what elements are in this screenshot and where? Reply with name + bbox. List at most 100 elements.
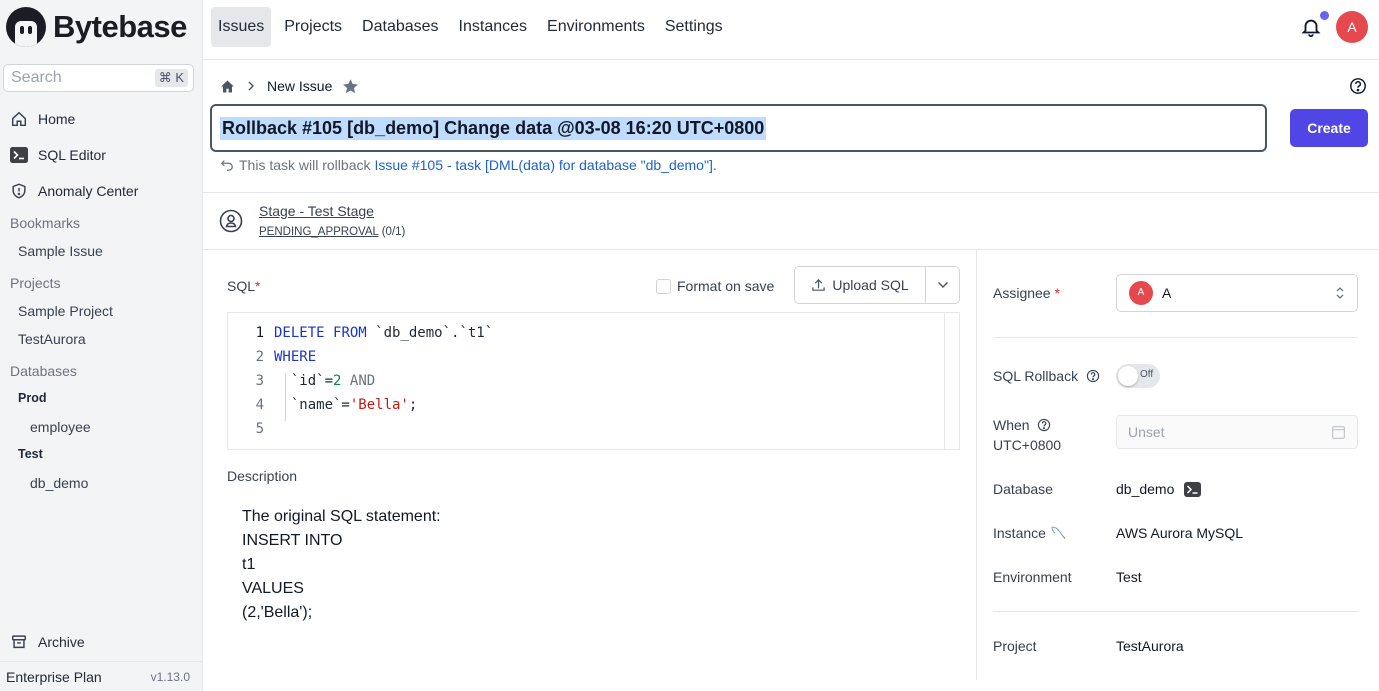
code-line[interactable]: 5	[228, 417, 274, 441]
project-item[interactable]: Sample Project	[18, 303, 113, 319]
code-text: WHERE	[274, 349, 317, 365]
database-item[interactable]: db_demo	[30, 475, 88, 491]
breadcrumb-current: New Issue	[267, 78, 333, 94]
version-label: v1.13.0	[150, 669, 190, 684]
code-text: DELETE FROM `db_demo`.`t1`	[274, 325, 494, 341]
search-box[interactable]: ⌘ K	[3, 64, 194, 92]
database-label: Database	[993, 481, 1053, 497]
help-icon[interactable]	[1349, 77, 1367, 95]
upload-sql-label: Upload SQL	[832, 277, 909, 293]
assignee-label: Assignee *	[993, 285, 1060, 301]
assignee-avatar: A	[1129, 281, 1153, 305]
database-item[interactable]: employee	[30, 419, 91, 435]
create-button[interactable]: Create	[1290, 109, 1368, 147]
code-line[interactable]: 1 DELETE FROM `db_demo`.`t1`	[228, 321, 494, 345]
bell-icon[interactable]	[1300, 16, 1324, 40]
help-icon[interactable]	[1086, 369, 1100, 386]
home-icon[interactable]	[220, 79, 235, 94]
rollback-source-link[interactable]: Issue #105 - task [DML(data) for databas…	[374, 157, 712, 173]
database-link[interactable]: db_demo	[1116, 481, 1174, 497]
star-icon[interactable]	[342, 78, 359, 95]
assignee-name: A	[1162, 285, 1172, 301]
user-circle-icon	[219, 209, 243, 233]
issue-title-input[interactable]: Rollback #105 [db_demo] Change data @03-…	[210, 104, 1267, 152]
chevron-right-icon	[247, 81, 255, 91]
upload-sql-button[interactable]: Upload SQL	[795, 267, 926, 303]
sidebar-item-archive[interactable]: Archive	[10, 631, 85, 653]
project-value[interactable]: TestAurora	[1116, 638, 1184, 654]
top-navigation: Issues Projects Databases Instances Envi…	[203, 0, 1379, 60]
sql-rollback-label: SQL Rollback	[993, 368, 1100, 386]
date-placeholder: Unset	[1128, 424, 1165, 440]
tab-environments[interactable]: Environments	[540, 7, 652, 47]
sql-rollback-toggle[interactable]: Off	[1116, 364, 1160, 388]
divider	[993, 337, 1358, 338]
instance-value[interactable]: AWS Aurora MySQL	[1116, 525, 1243, 541]
environment-group-label: Test	[18, 447, 43, 461]
project-item[interactable]: TestAurora	[18, 331, 86, 347]
sidebar-item-label: Home	[38, 111, 76, 127]
bookmark-item[interactable]: Sample Issue	[18, 243, 103, 259]
stage-status-link[interactable]: PENDING_APPROVAL	[259, 226, 379, 238]
tab-instances[interactable]: Instances	[452, 7, 534, 47]
code-line[interactable]: 3 `id`=2 AND	[228, 369, 376, 393]
when-date-picker[interactable]: Unset	[1116, 415, 1358, 449]
checkbox[interactable]	[656, 278, 671, 294]
environment-value[interactable]: Test	[1116, 569, 1142, 585]
tab-projects[interactable]: Projects	[277, 7, 349, 47]
tab-issues[interactable]: Issues	[211, 7, 272, 47]
code-line[interactable]: 2 WHERE	[228, 345, 317, 369]
format-on-save-checkbox[interactable]: Format on save	[656, 278, 774, 294]
brand-logo[interactable]: Bytebase	[6, 7, 187, 47]
nav-tabs: Issues Projects Databases Instances Envi…	[211, 7, 736, 47]
sidebar-item-sql-editor[interactable]: SQL Editor	[10, 144, 106, 166]
database-value: db_demo	[1116, 481, 1202, 498]
sidebar: Bytebase ⌘ K Home SQL Editor Anomaly Cen…	[0, 0, 203, 691]
upload-options-dropdown[interactable]	[926, 267, 959, 303]
editor-scrollbar[interactable]	[944, 313, 945, 449]
tab-databases[interactable]: Databases	[355, 7, 446, 47]
sql-label: SQL*	[227, 278, 261, 294]
sidebar-footer: Enterprise Plan v1.13.0	[0, 661, 202, 691]
project-label: Project	[993, 638, 1037, 654]
help-icon[interactable]	[1037, 418, 1051, 435]
assignee-select[interactable]: A A	[1116, 274, 1358, 312]
rollback-note-suffix: .	[712, 157, 717, 173]
when-label: When	[993, 417, 1051, 435]
code-text: `name`='Bella';	[274, 397, 418, 413]
format-on-save-label: Format on save	[677, 278, 775, 294]
upload-sql-group: Upload SQL	[794, 266, 960, 304]
description-textarea[interactable]: The original SQL statement: INSERT INTO …	[242, 505, 441, 625]
issue-title-text[interactable]: Rollback #105 [db_demo] Change data @03-…	[220, 116, 767, 140]
sql-editor-shortcut-icon[interactable]	[1184, 481, 1202, 497]
instance-label: Instance	[993, 525, 1068, 544]
select-arrows-icon	[1335, 285, 1345, 304]
environment-label: Environment	[993, 569, 1072, 585]
sidebar-item-anomaly-center[interactable]: Anomaly Center	[10, 180, 138, 202]
sql-editor[interactable]: 1 DELETE FROM `db_demo`.`t1` 2 WHERE 3 `id`=…	[227, 312, 960, 450]
rollback-note-text: This task will rollback	[239, 157, 371, 173]
code-text: `id`=2 AND	[274, 373, 376, 389]
code-line[interactable]: 4 `name`='Bella';	[228, 393, 418, 417]
divider	[993, 611, 1358, 612]
toggle-knob	[1118, 366, 1138, 386]
panel-divider	[976, 250, 977, 680]
sidebar-item-label: SQL Editor	[38, 147, 106, 163]
bytebase-logo-icon	[6, 7, 46, 47]
description-label: Description	[227, 468, 298, 484]
tab-settings[interactable]: Settings	[658, 7, 730, 47]
divider	[203, 192, 1379, 193]
sidebar-item-home[interactable]: Home	[10, 108, 75, 130]
archive-icon	[10, 633, 28, 651]
user-avatar[interactable]: A	[1336, 11, 1368, 43]
plan-label[interactable]: Enterprise Plan	[6, 669, 102, 685]
mysql-dolphin-icon	[1050, 525, 1068, 544]
notification-dot	[1320, 11, 1329, 20]
databases-heading: Databases	[10, 363, 77, 379]
terminal-icon	[10, 146, 28, 164]
toggle-state: Off	[1140, 369, 1154, 380]
line-number: 5	[255, 421, 264, 437]
search-input[interactable]	[11, 69, 141, 87]
undo-icon	[220, 158, 234, 172]
stage-link[interactable]: Stage - Test Stage	[259, 203, 374, 219]
